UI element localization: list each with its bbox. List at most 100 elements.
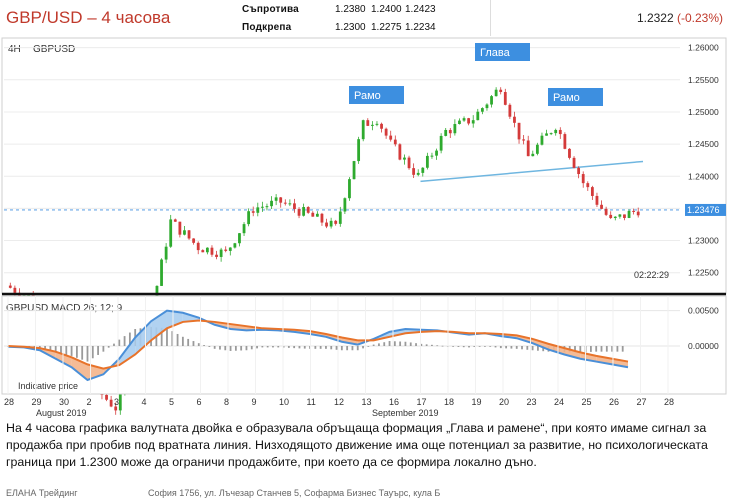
x-tick-label: 10	[279, 397, 289, 407]
candle	[109, 395, 113, 408]
macd-hist-bar	[388, 341, 391, 346]
candle-body	[563, 134, 567, 149]
macd-hist-bar	[181, 336, 184, 346]
macd-hist-bar	[462, 346, 465, 348]
candle-body	[302, 207, 306, 216]
macd-hist-bar	[526, 346, 529, 350]
candle-body	[306, 207, 310, 213]
macd-hist-bar	[293, 346, 296, 349]
macd-hist-bar	[208, 346, 211, 347]
macd-hist-bar	[330, 346, 333, 350]
candle-body	[549, 133, 553, 135]
candle-body	[425, 155, 429, 168]
candle-body	[618, 214, 622, 217]
candle-body	[315, 213, 319, 217]
price-change: (-0.23%)	[676, 11, 723, 25]
candle-body	[494, 89, 498, 97]
macd-hist-bar	[600, 346, 603, 352]
x-tick-label: 5	[169, 397, 174, 407]
macd-hist-bar	[192, 341, 195, 346]
x-tick-label: 19	[472, 397, 482, 407]
indicative-price: Indicative price	[18, 381, 78, 391]
candle-body	[526, 140, 530, 157]
candle-body	[357, 139, 361, 162]
candle-body	[375, 123, 379, 125]
candle-body	[114, 406, 118, 411]
macd-hist-bar	[272, 346, 274, 348]
resistance-2: 1.2400	[371, 4, 402, 15]
candle-body	[636, 211, 640, 216]
candle-body	[439, 135, 443, 151]
candle	[357, 136, 361, 164]
candle-body	[421, 167, 425, 173]
candle-body	[293, 203, 296, 210]
macd-hist-bar	[213, 346, 216, 349]
macd-hist-bar	[425, 344, 428, 346]
month-august: August 2019	[36, 408, 87, 418]
candle-body	[210, 247, 214, 255]
candle-body	[613, 216, 617, 219]
x-tick-label: 30	[59, 397, 69, 407]
macd-hist-bar	[102, 346, 105, 352]
candle-body	[169, 219, 173, 247]
resistance-1: 1.2380	[335, 4, 366, 15]
candle-body	[238, 233, 241, 244]
candle-body	[517, 122, 521, 140]
x-tick-label: 24	[554, 397, 564, 407]
candle-body	[545, 133, 548, 136]
macd-hist-bar	[303, 346, 306, 349]
candle-body	[343, 198, 347, 212]
macd-hist-bar	[113, 343, 115, 346]
macd-hist-bar	[340, 346, 343, 351]
macd-hist-bar	[240, 346, 243, 351]
candle-body	[403, 157, 406, 160]
candle-body	[283, 202, 287, 204]
candle-body	[160, 259, 163, 286]
candle-body	[531, 153, 535, 157]
macd-hist-bar	[537, 346, 539, 351]
macd-hist-bar	[277, 346, 280, 348]
macd-hist-bar	[441, 345, 444, 347]
x-tick-label: 18	[444, 397, 454, 407]
macd-hist-bar	[362, 346, 364, 349]
macd-hist-bar	[203, 345, 205, 346]
footer-address: София 1756, ул. Лъчезар Станчев 5, Софар…	[148, 488, 441, 498]
symbol-label: GBPUSD	[33, 44, 75, 55]
candle-body	[338, 211, 342, 224]
candle-body	[270, 200, 273, 207]
candle	[343, 197, 347, 215]
candle-body	[595, 195, 599, 205]
macd-hist-bar	[298, 346, 301, 349]
x-tick-label: 26	[609, 397, 619, 407]
candle-body	[105, 394, 108, 400]
candle-body	[183, 230, 186, 235]
candle-body	[572, 157, 576, 168]
candle-body	[407, 157, 411, 169]
candle-body	[586, 183, 590, 188]
candle-body	[435, 150, 438, 156]
candle-body	[265, 206, 269, 208]
macd-hist-bar	[123, 336, 126, 346]
candle-body	[462, 118, 466, 121]
candle-body	[480, 108, 484, 112]
macd-hist-bar	[187, 338, 190, 346]
price-tick-label: 1.24500	[688, 139, 719, 149]
price-box: 1.2322 (-0.23%)	[490, 0, 730, 36]
macd-hist-bar	[287, 346, 290, 348]
price-tick-label: 1.26000	[688, 43, 719, 53]
macd-hist-bar	[473, 346, 476, 347]
candle-body	[393, 139, 397, 145]
right-shoulder-text: Рамо	[553, 92, 580, 104]
macd-hist-bar	[224, 346, 227, 351]
x-tick-label: 13	[362, 397, 372, 407]
x-tick-label: 23	[527, 397, 537, 407]
candle	[398, 143, 402, 161]
macd-hist-bar	[478, 346, 481, 347]
macd-hist-bar	[197, 343, 200, 346]
macd-hist-bar	[81, 346, 84, 360]
candle-body	[444, 129, 448, 136]
x-tick-label: 25	[582, 397, 592, 407]
time-label: 02:22:29	[634, 270, 669, 280]
candle-body	[398, 144, 402, 160]
candle	[187, 230, 191, 240]
